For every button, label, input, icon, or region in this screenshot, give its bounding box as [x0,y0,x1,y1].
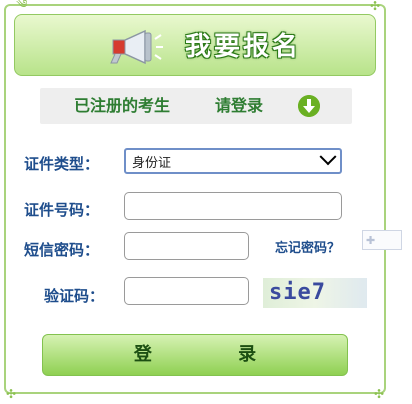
signup-header-banner[interactable]: 我要报名 [14,14,376,76]
sms-code-input[interactable] [124,232,249,260]
corner-decoration: ✣ [6,387,17,401]
captcha-input[interactable] [124,277,249,305]
login-button[interactable]: 登 录 [42,334,348,376]
id-type-label: 证件类型： [24,155,100,173]
login-prompt-bar: 已注册的考生 请登录 [40,88,352,124]
corner-decoration: ༄ [16,0,28,11]
chevron-down-icon [319,148,337,166]
corner-decoration: ✣ [373,387,384,401]
sms-code-label: 短信密码： [24,241,100,259]
header-title: 我要报名 [185,32,302,62]
down-arrow-icon [298,95,320,117]
id-type-select[interactable]: 身份证 [124,148,342,174]
captcha-text: sie7 [269,280,326,305]
corner-decoration: ✣ [369,0,380,13]
id-type-value: 身份证 [132,155,172,171]
watermark-badge: ✚ [362,230,402,250]
id-number-label: 证件号码： [24,201,100,219]
registered-text: 已注册的考生 [74,96,171,115]
captcha-label: 验证码： [44,287,105,305]
id-number-input[interactable] [124,192,342,220]
captcha-image[interactable]: sie7 [263,278,367,308]
megaphone-icon [110,29,163,65]
forgot-password-link[interactable]: 忘记密码？ [275,237,340,256]
please-login-text: 请登录 [215,96,264,115]
